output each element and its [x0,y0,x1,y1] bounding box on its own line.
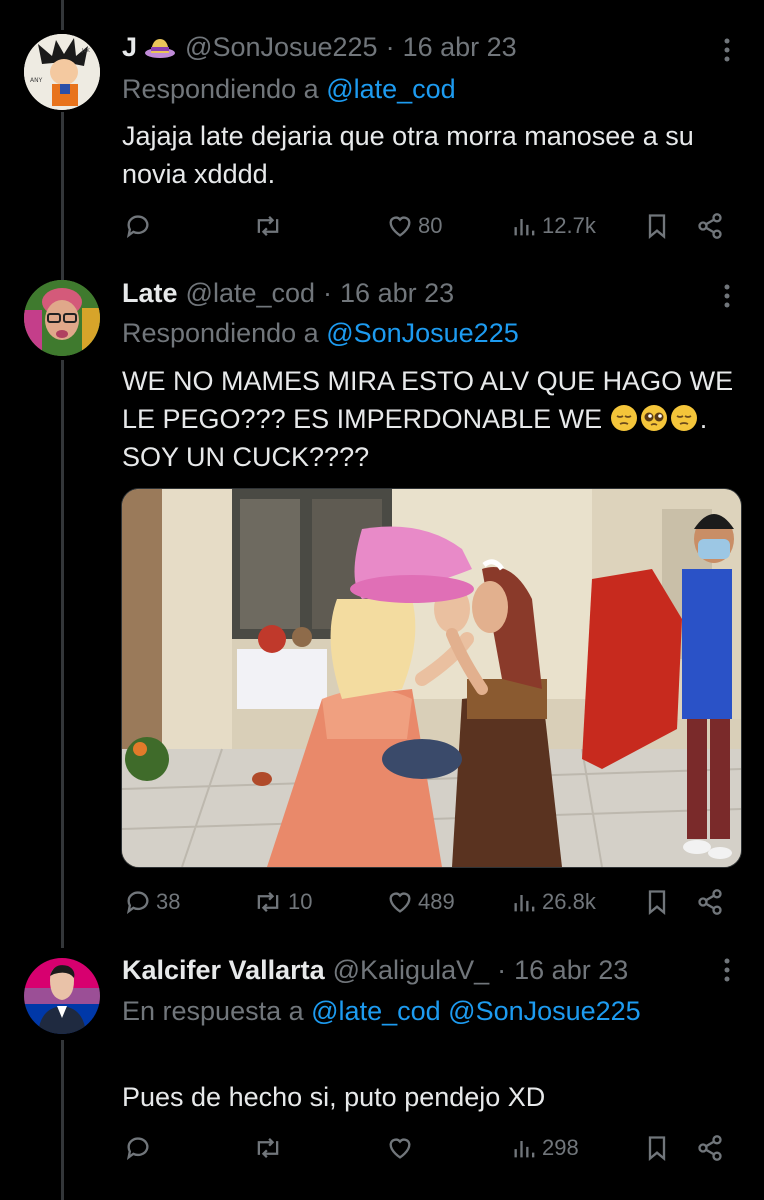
share-button[interactable] [696,1128,724,1168]
action-bar: 80 12.7k [122,206,742,246]
reply-button[interactable] [124,1128,156,1168]
avatar[interactable] [24,280,100,356]
reply-count: 38 [156,889,181,914]
reply-icon [126,891,149,915]
timestamp[interactable]: 16 abr 23 [340,278,454,309]
retweet-icon [257,1138,279,1158]
view-count: 298 [542,1135,579,1160]
reply-context: Respondiendo a @late_cod [122,74,456,105]
share-icon [698,1135,722,1161]
reply-icon [126,215,149,239]
mention-link[interactable]: @SonJosue225 [448,996,641,1026]
view-count: 26.8k [542,889,596,914]
tweet-text-line: WE NO MAMES MIRA ESTO ALV QUE HAGO WE [122,366,734,396]
share-icon [698,889,722,915]
thread-line [61,1040,64,1200]
bookmark-button[interactable] [644,1128,670,1168]
tweet-header: Kalcifer Vallarta @KaligulaV_ · 16 abr 2… [122,951,628,989]
reply-context: En respuesta a @late_cod @SonJosue225 [122,996,641,1027]
retweet-button[interactable] [252,1128,288,1168]
action-bar: 298 [122,1128,742,1168]
tweet-header: Late @late_cod · 16 abr 23 [122,274,454,312]
views-button[interactable]: 298 [512,1128,579,1168]
bookmark-icon [648,1136,666,1161]
display-name[interactable]: Late [122,278,178,309]
reply-button[interactable]: 38 [124,882,180,922]
timestamp[interactable]: 16 abr 23 [514,955,628,986]
display-name[interactable]: Kalcifer Vallarta [122,955,325,986]
more-options-icon[interactable] [724,284,730,308]
like-button[interactable]: 489 [386,882,455,922]
timestamp[interactable]: 16 abr 23 [403,32,517,63]
pleading-face-emoji [640,405,667,431]
retweet-icon [257,892,279,912]
action-bar: 38 10 489 26.8k [122,882,742,922]
tweet-text: Jajaja late dejaria que otra morra manos… [122,121,694,189]
bookmark-icon [648,214,666,239]
reply-prefix: Respondiendo a [122,318,319,348]
handle[interactable]: @SonJosue225 [185,32,378,63]
avatar[interactable]: ANY JoK [24,34,100,110]
mention-link[interactable]: @late_cod [326,74,456,104]
heart-icon [389,892,411,913]
view-count: 12.7k [542,213,596,238]
bookmark-icon [648,890,666,915]
like-button[interactable]: 80 [386,206,442,246]
views-button[interactable]: 26.8k [512,882,596,922]
pensive-face-emoji [610,405,637,431]
views-icon [514,219,535,236]
reply-context: Respondiendo a @SonJosue225 [122,318,519,349]
reply-icon [126,1137,149,1161]
heart-icon [389,1138,411,1159]
person-glasses-avatar-icon [24,280,100,356]
separator-dot: · [497,954,507,985]
separator-dot: · [385,31,395,62]
hat-emoji-icon [145,39,176,58]
retweet-icon [257,216,279,236]
heart-icon [389,216,411,237]
retweet-button[interactable]: 10 [252,882,312,922]
reply-prefix: En respuesta a [122,996,304,1026]
retweet-button[interactable] [252,206,288,246]
svg-text:ANY: ANY [30,77,43,84]
like-button[interactable] [386,1128,418,1168]
views-icon [514,1141,535,1158]
goku-avatar-icon: ANY JoK [24,34,100,110]
display-name[interactable]: J [122,32,137,63]
like-count: 489 [418,889,455,914]
separator-dot: · [323,277,333,308]
like-count: 80 [418,213,443,238]
thread-line [61,360,64,948]
svg-text:JoK: JoK [81,48,91,54]
man-suit-flag-avatar-icon [24,958,100,1034]
thread-line [61,0,64,30]
photo-image [122,489,741,867]
share-icon [698,213,722,239]
share-button[interactable] [696,882,724,922]
tweet-header: J @SonJosue225 · 16 abr 23 [122,28,517,66]
thread-line [61,112,64,280]
bookmark-button[interactable] [644,206,670,246]
tweet-text: WE NO MAMES MIRA ESTO ALV QUE HAGO WE LE… [122,362,742,476]
tweet-text-line: LE PEGO??? ES IMPERDONABLE WE . [122,404,708,434]
retweet-count: 10 [288,889,313,914]
handle[interactable]: @KaligulaV_ [333,955,490,986]
avatar[interactable] [24,958,100,1034]
share-button[interactable] [696,206,724,246]
reply-button[interactable] [124,206,156,246]
mention-link[interactable]: @SonJosue225 [326,318,519,348]
tweet-text: Pues de hecho si, puto pendejo XD [122,1082,546,1112]
mention-link[interactable]: @late_cod [311,996,441,1026]
views-button[interactable]: 12.7k [512,206,596,246]
tweet-text-line: SOY UN CUCK???? [122,442,370,472]
reply-prefix: Respondiendo a [122,74,319,104]
more-options-icon[interactable] [724,38,730,62]
handle[interactable]: @late_cod [186,278,316,309]
pensive-face-emoji [670,405,697,431]
more-options-icon[interactable] [724,958,730,982]
bookmark-button[interactable] [644,882,670,922]
views-icon [514,895,535,912]
tweet-media-photo[interactable] [121,488,742,868]
